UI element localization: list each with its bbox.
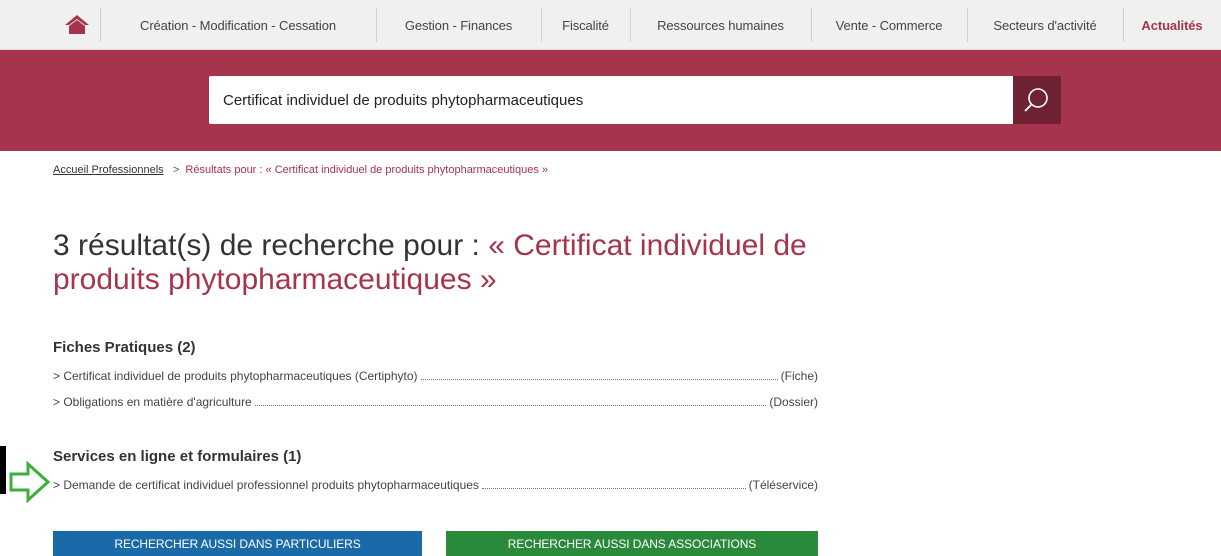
- top-navigation: Création - Modification - Cessation Gest…: [0, 0, 1221, 50]
- result-type: (Dossier): [769, 395, 818, 409]
- home-button[interactable]: [54, 0, 100, 50]
- black-edge-mark: [0, 446, 6, 494]
- nav-creation[interactable]: Création - Modification - Cessation: [100, 0, 376, 50]
- search-particuliers-button[interactable]: RECHERCHER AUSSI DANS PARTICULIERS: [53, 531, 422, 556]
- page-title-prefix: 3 résultat(s) de recherche pour :: [53, 229, 489, 262]
- search-input[interactable]: [209, 76, 1013, 124]
- result-type: (Téléservice): [748, 478, 818, 492]
- breadcrumb-separator: >: [172, 164, 180, 176]
- result-row[interactable]: > Obligations en matière d'agriculture (…: [53, 395, 818, 411]
- breadcrumb: Accueil Professionnels > Résultats pour …: [53, 164, 548, 176]
- result-link[interactable]: > Certificat individuel de produits phyt…: [53, 369, 418, 383]
- result-row[interactable]: > Demande de certificat individuel profe…: [53, 478, 818, 494]
- breadcrumb-current: Résultats pour : « Certificat individuel…: [185, 164, 549, 176]
- home-icon: [65, 15, 89, 34]
- nav-rh[interactable]: Ressources humaines: [630, 0, 811, 50]
- nav-gestion[interactable]: Gestion - Finances: [376, 0, 541, 50]
- page-title: 3 résultat(s) de recherche pour : « Cert…: [53, 229, 813, 297]
- section-title-fiches: Fiches Pratiques (2): [53, 339, 196, 356]
- result-row[interactable]: > Certificat individuel de produits phyt…: [53, 369, 818, 385]
- result-type: (Fiche): [780, 369, 818, 383]
- nav-vente[interactable]: Vente - Commerce: [811, 0, 967, 50]
- nav-secteurs[interactable]: Secteurs d'activité: [967, 0, 1123, 50]
- nav-actualites[interactable]: Actualités: [1123, 0, 1221, 50]
- dot-leader: [254, 397, 767, 406]
- search-icon: [1024, 88, 1048, 112]
- section-title-services: Services en ligne et formulaires (1): [53, 448, 302, 465]
- dot-leader: [420, 371, 778, 380]
- dot-leader: [481, 480, 746, 489]
- arrow-right-icon: [9, 460, 51, 504]
- result-link[interactable]: > Demande de certificat individuel profe…: [53, 478, 479, 492]
- search-button[interactable]: [1013, 76, 1061, 124]
- breadcrumb-home-link[interactable]: Accueil Professionnels: [53, 164, 164, 176]
- result-link[interactable]: > Obligations en matière d'agriculture: [53, 395, 252, 409]
- search-associations-button[interactable]: RECHERCHER AUSSI DANS ASSOCIATIONS: [446, 531, 818, 556]
- nav-fiscalite[interactable]: Fiscalité: [541, 0, 630, 50]
